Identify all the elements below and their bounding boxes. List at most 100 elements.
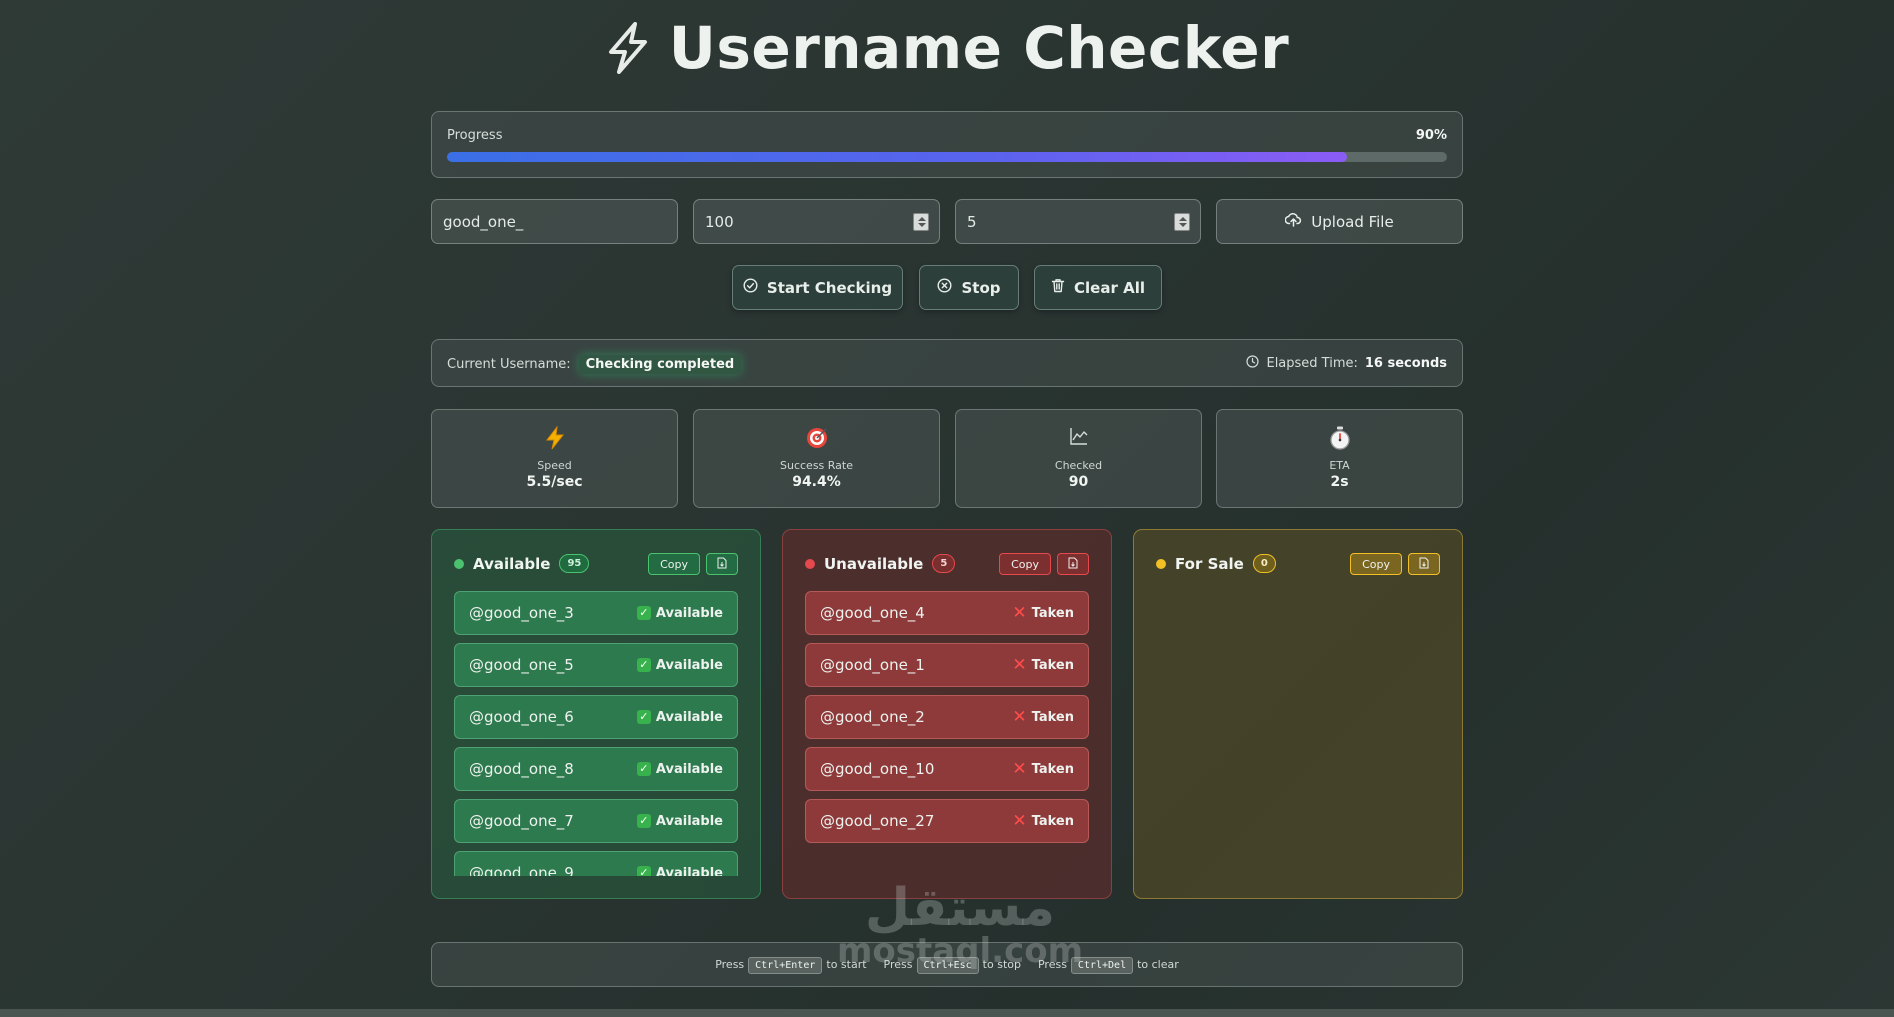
trash-icon — [1051, 278, 1065, 297]
username-text: @good_one_1 — [820, 656, 925, 674]
file-download-icon — [1419, 557, 1429, 572]
stat-label: Success Rate — [780, 459, 853, 472]
available-column: Available 95 Copy @good_one_3 ✓ Available @… — [431, 529, 761, 899]
username-status: ✕ Taken — [1012, 811, 1074, 831]
prefix-input[interactable] — [443, 212, 631, 231]
available-export-button[interactable] — [706, 553, 738, 575]
username-item[interactable]: @good_one_8 ✓ Available — [454, 747, 738, 791]
username-status: ✓ Available — [636, 762, 723, 777]
start-shortcut-text: to start — [826, 958, 867, 971]
lightning-icon — [605, 14, 651, 82]
start-checking-button[interactable]: Start Checking — [732, 265, 903, 310]
unavailable-export-button[interactable] — [1057, 553, 1089, 575]
status-text: Available — [655, 865, 723, 877]
check-mark-icon: ✓ — [636, 814, 651, 828]
start-shortcut-key: Ctrl+Enter — [748, 957, 823, 974]
stopwatch-icon — [1217, 426, 1462, 456]
username-text: @good_one_6 — [469, 708, 574, 726]
stat-value: 94.4% — [792, 474, 841, 490]
upload-file-label: Upload File — [1311, 212, 1394, 231]
shortcut-press-text: Press — [715, 958, 745, 971]
prefix-input-field[interactable] — [431, 199, 678, 244]
bottom-strip — [0, 1009, 1894, 1017]
username-status: ✓ Available — [636, 606, 723, 621]
for-sale-column: For Sale 0 Copy — [1133, 529, 1463, 899]
username-status: ✕ Taken — [1012, 759, 1074, 779]
username-text: @good_one_5 — [469, 656, 574, 674]
username-item[interactable]: @good_one_5 ✓ Available — [454, 643, 738, 687]
available-list: @good_one_3 ✓ Available @good_one_5 ✓ Availab… — [454, 591, 738, 876]
username-item[interactable]: @good_one_10 ✕ Taken — [805, 747, 1089, 791]
stat-label: ETA — [1329, 459, 1350, 472]
username-text: @good_one_27 — [820, 812, 935, 830]
available-header: Available 95 — [454, 554, 590, 573]
check-circle-icon — [743, 278, 758, 297]
stat-success-rate: Success Rate 94.4% — [693, 409, 940, 508]
username-item[interactable]: @good_one_3 ✓ Available — [454, 591, 738, 635]
clear-all-button[interactable]: Clear All — [1034, 265, 1162, 310]
file-download-icon — [717, 557, 727, 572]
username-text: @good_one_10 — [820, 760, 935, 778]
username-text: @good_one_4 — [820, 604, 925, 622]
username-status: ✕ Taken — [1012, 603, 1074, 623]
clock-icon — [1246, 355, 1260, 372]
username-text: @good_one_9 — [469, 864, 574, 876]
unavailable-header: Unavailable 5 — [805, 554, 956, 573]
progress-panel: Progress 90% — [431, 111, 1463, 178]
clear-all-label: Clear All — [1074, 278, 1145, 297]
stop-button[interactable]: Stop — [919, 265, 1019, 310]
username-status: ✕ Taken — [1012, 655, 1074, 675]
check-mark-icon: ✓ — [636, 606, 651, 620]
threads-input[interactable] — [967, 212, 1154, 231]
current-username-value: Checking completed — [578, 355, 742, 374]
username-item[interactable]: @good_one_6 ✓ Available — [454, 695, 738, 739]
check-mark-icon: ✓ — [636, 762, 651, 776]
count-input[interactable] — [705, 212, 893, 231]
for-sale-tools: Copy — [1350, 553, 1440, 575]
status-text: Available — [655, 813, 723, 829]
elapsed-time-label: Elapsed Time: — [1266, 356, 1358, 371]
target-icon — [694, 426, 939, 456]
status-text: Available — [655, 709, 723, 725]
cross-mark-icon: ✕ — [1012, 655, 1027, 675]
upload-file-button[interactable]: Upload File — [1216, 199, 1463, 244]
cloud-upload-icon — [1284, 212, 1302, 231]
red-dot-icon — [805, 558, 815, 569]
threads-input-field[interactable] — [955, 199, 1201, 244]
current-username-label: Current Username: — [447, 357, 571, 372]
cross-mark-icon: ✕ — [1012, 759, 1027, 779]
for-sale-export-button[interactable] — [1408, 553, 1440, 575]
available-copy-button[interactable]: Copy — [648, 553, 700, 575]
count-input-field[interactable] — [693, 199, 940, 244]
status-text: Taken — [1031, 657, 1074, 673]
threads-stepper[interactable] — [1174, 213, 1190, 231]
stat-speed: Speed 5.5/sec — [431, 409, 678, 508]
username-item[interactable]: @good_one_9 ✓ Available — [454, 851, 738, 876]
check-mark-icon: ✓ — [636, 658, 651, 672]
for-sale-copy-button[interactable]: Copy — [1350, 553, 1402, 575]
username-item[interactable]: @good_one_7 ✓ Available — [454, 799, 738, 843]
shortcuts-text: Press Ctrl+Enter to start Press Ctrl+Esc to … — [432, 957, 1462, 974]
stat-value: 90 — [1068, 474, 1089, 490]
unavailable-copy-button[interactable]: Copy — [999, 553, 1051, 575]
status-text: Taken — [1031, 605, 1074, 621]
username-status: ✓ Available — [636, 709, 723, 725]
username-item[interactable]: @good_one_1 ✕ Taken — [805, 643, 1089, 687]
stat-label: Checked — [1054, 459, 1103, 472]
current-username: Current Username: Checking completed — [447, 355, 742, 374]
check-mark-icon: ✓ — [636, 866, 651, 876]
stat-value: 5.5/sec — [526, 474, 583, 490]
chart-icon — [956, 426, 1201, 452]
username-status: ✓ Available — [636, 813, 723, 829]
shortcut-press-text: Press — [883, 958, 913, 971]
username-text: @good_one_8 — [469, 760, 574, 778]
stat-checked: Checked 90 — [955, 409, 1202, 508]
username-item[interactable]: @good_one_4 ✕ Taken — [805, 591, 1089, 635]
username-item[interactable]: @good_one_2 ✕ Taken — [805, 695, 1089, 739]
username-item[interactable]: @good_one_27 ✕ Taken — [805, 799, 1089, 843]
yellow-dot-icon — [1156, 558, 1166, 569]
stat-value: 2s — [1330, 474, 1349, 490]
start-checking-label: Start Checking — [766, 278, 893, 297]
username-text: @good_one_2 — [820, 708, 925, 726]
count-stepper[interactable] — [913, 213, 929, 231]
